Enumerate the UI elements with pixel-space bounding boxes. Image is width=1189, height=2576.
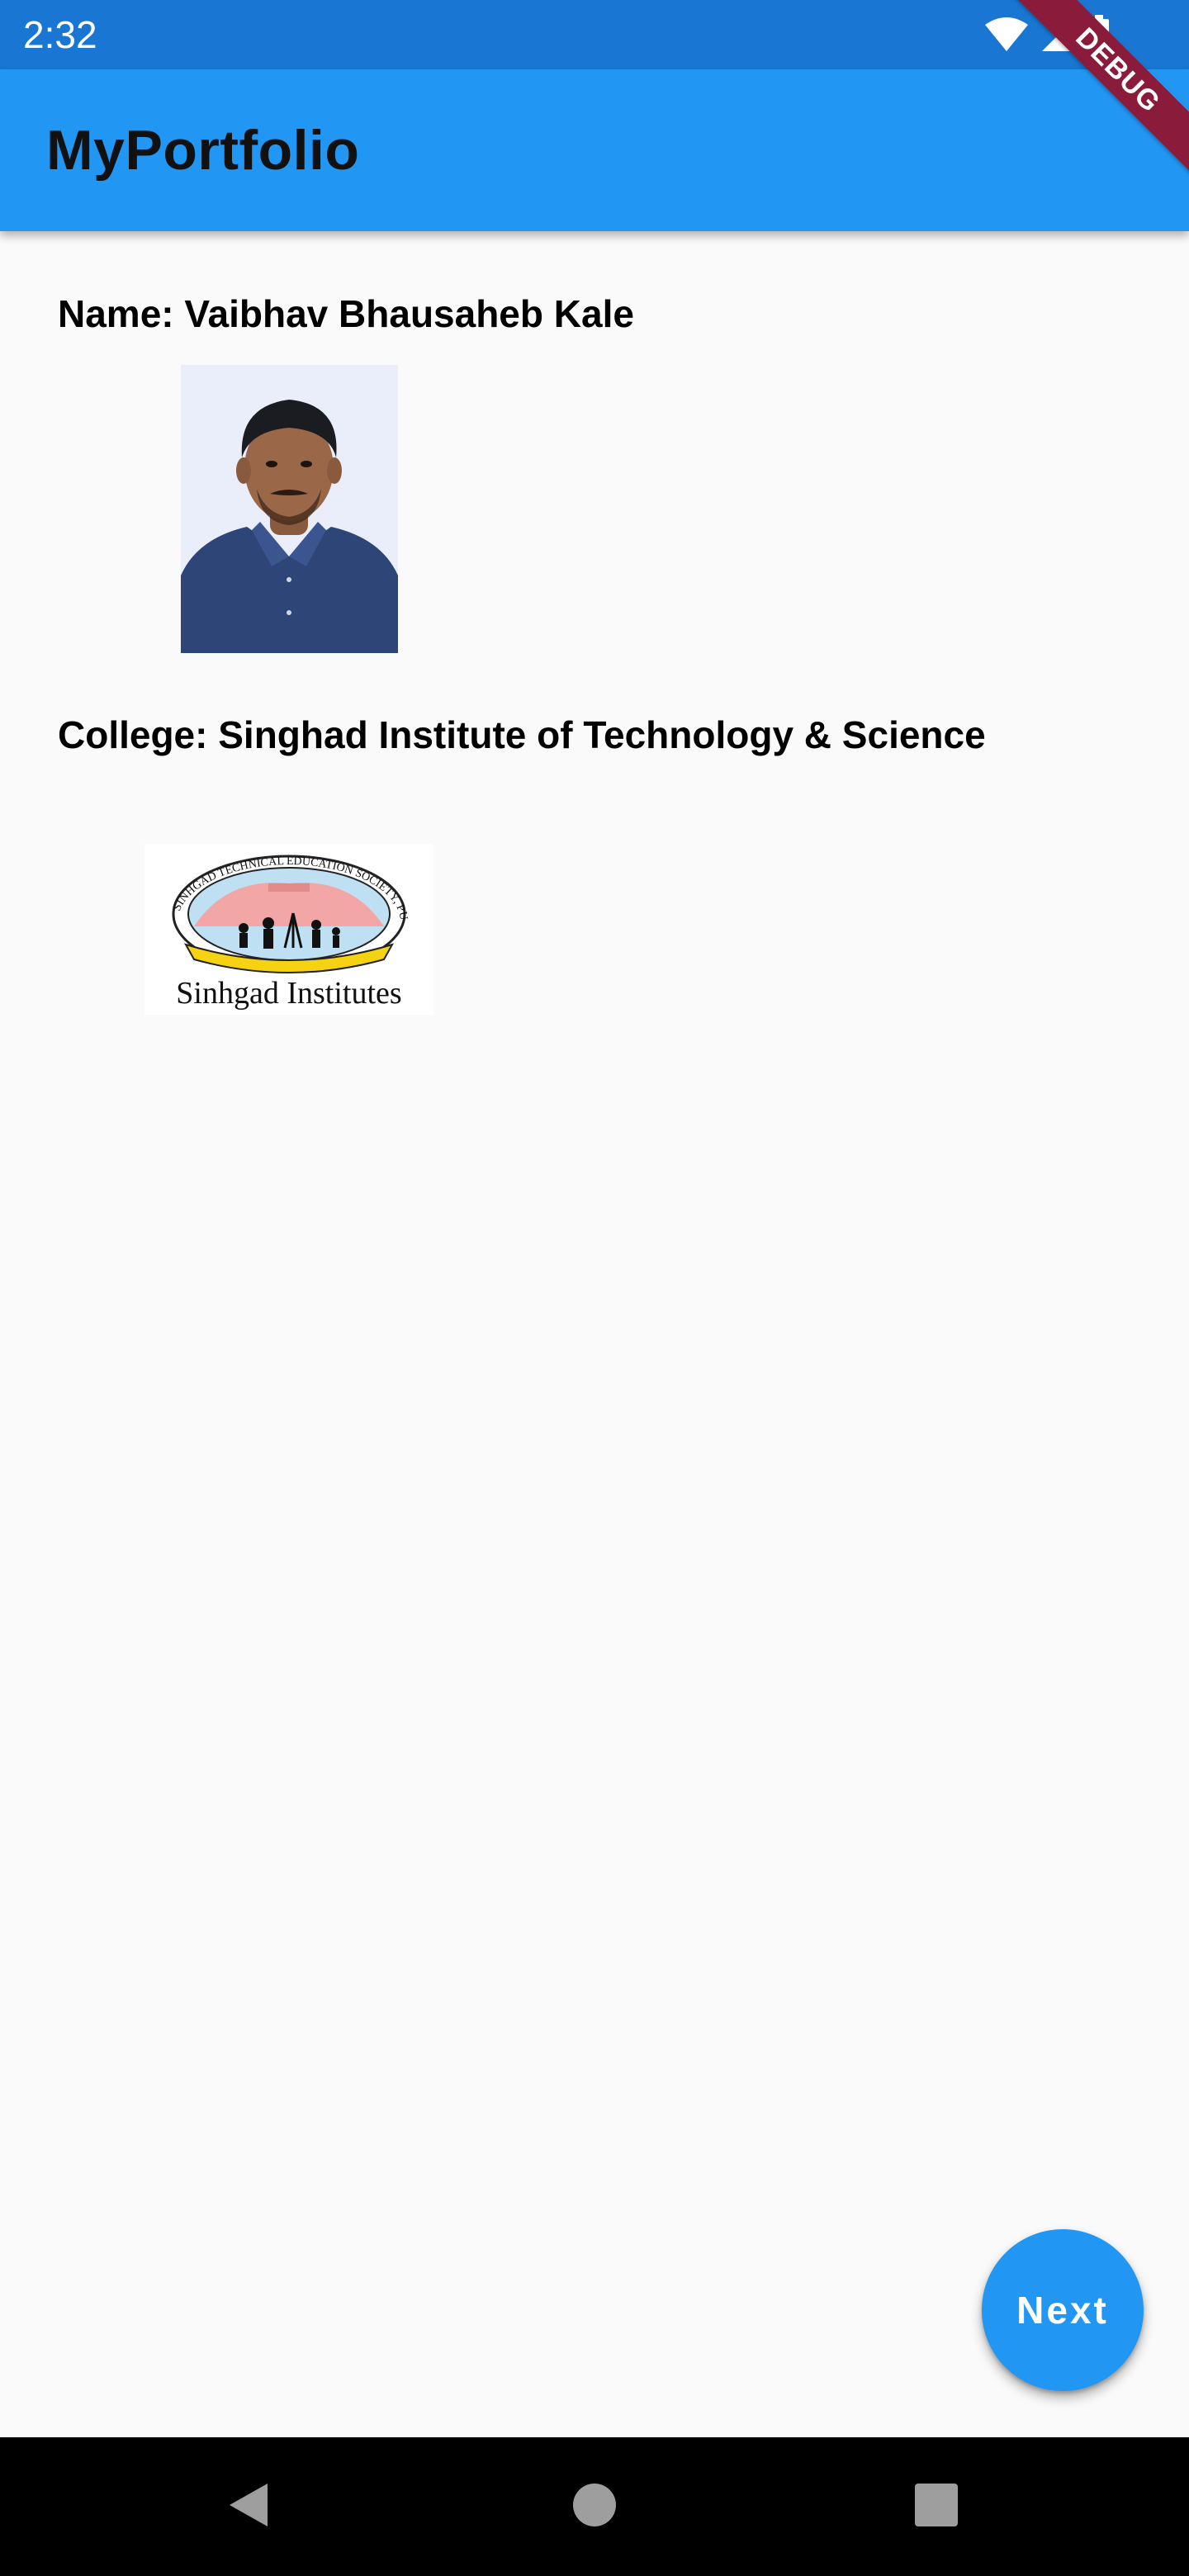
status-bar: 2:32 — [0, 0, 1189, 69]
profile-photo — [181, 365, 398, 653]
status-icons — [984, 15, 1110, 54]
back-button[interactable] — [182, 2437, 314, 2576]
wifi-icon — [984, 17, 1029, 53]
signal-icon — [1040, 17, 1077, 53]
college-emblem-icon: SINHGAD TECHNICAL EDUCATION SOCIETY, PUN… — [144, 844, 410, 973]
home-icon — [571, 2482, 618, 2532]
next-button[interactable]: Next — [982, 2229, 1144, 2391]
recents-icon — [914, 2483, 959, 2531]
college-logo-caption: Sinhgad Institutes — [176, 976, 402, 1011]
back-icon — [225, 2480, 271, 2534]
college-label: College: Singhad Institute of Technology… — [58, 713, 986, 756]
home-button[interactable] — [528, 2437, 661, 2576]
college-logo: SINHGAD TECHNICAL EDUCATION SOCIETY, PUN… — [144, 844, 433, 1015]
app-title: MyPortfolio — [46, 119, 360, 182]
status-time: 2:32 — [23, 13, 97, 56]
app-bar: MyPortfolio — [0, 69, 1189, 231]
battery-icon — [1088, 15, 1110, 54]
name-label: Name: Vaibhav Bhausaheb Kale — [58, 292, 634, 335]
navigation-bar — [0, 2437, 1189, 2576]
recents-button[interactable] — [870, 2437, 1002, 2576]
